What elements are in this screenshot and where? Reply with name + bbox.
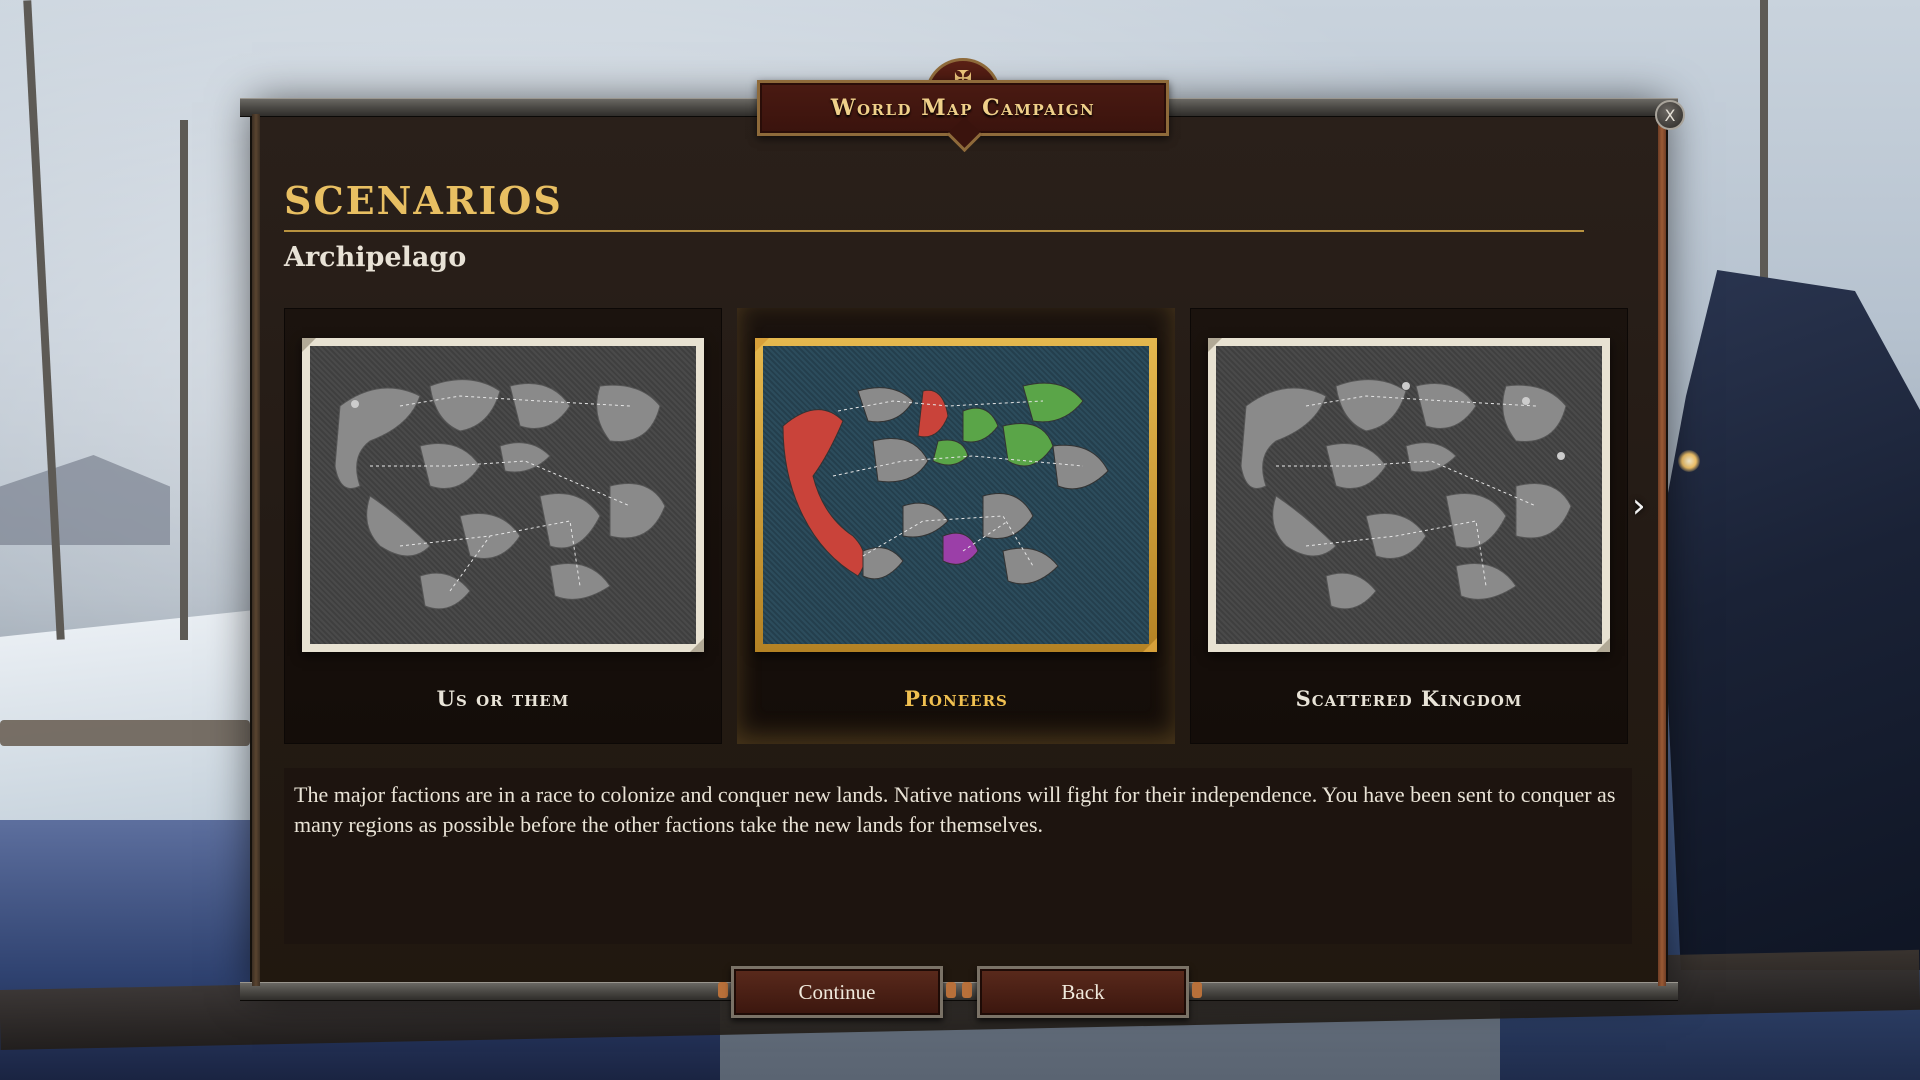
scenario-thumbnail: [755, 338, 1157, 652]
scenario-label: Us or them: [436, 686, 570, 711]
section-heading: SCENARIOS: [284, 178, 563, 223]
heading-divider: [284, 230, 1584, 232]
map-preview: [763, 346, 1149, 644]
island-map-image: [782, 382, 1109, 585]
scenario-label: Pioneers: [904, 686, 1008, 711]
close-button[interactable]: X: [1655, 100, 1685, 130]
scenario-label: Scattered Kingdom: [1295, 686, 1523, 711]
continue-button[interactable]: Continue: [731, 966, 943, 1018]
title-plaque: World Map Campaign: [757, 80, 1169, 153]
map-name: Archipelago: [284, 242, 467, 273]
close-icon: X: [1664, 105, 1676, 125]
back-button[interactable]: Back: [977, 966, 1189, 1018]
chevron-right-icon[interactable]: ›: [1632, 488, 1654, 524]
scenario-thumbnail: [1208, 338, 1610, 652]
island-map-image: [1240, 379, 1572, 610]
map-preview: [1216, 346, 1602, 644]
scenario-description: The major factions are in a race to colo…: [284, 768, 1632, 944]
panel-bottom-bar: [240, 982, 1678, 1000]
scenario-card-scattered-kingdom[interactable]: Scattered Kingdom: [1190, 308, 1628, 744]
scenario-thumbnail: [302, 338, 704, 652]
scenario-card-pioneers[interactable]: Pioneers: [737, 308, 1175, 744]
map-preview: [310, 346, 696, 644]
continue-label: Continue: [798, 979, 876, 1004]
mech-robot-image: [1660, 270, 1920, 970]
mech-light: [1678, 450, 1700, 472]
island-map-image: [334, 379, 666, 610]
scenario-card-us-or-them[interactable]: Us or them: [284, 308, 722, 744]
back-label: Back: [1061, 979, 1105, 1004]
